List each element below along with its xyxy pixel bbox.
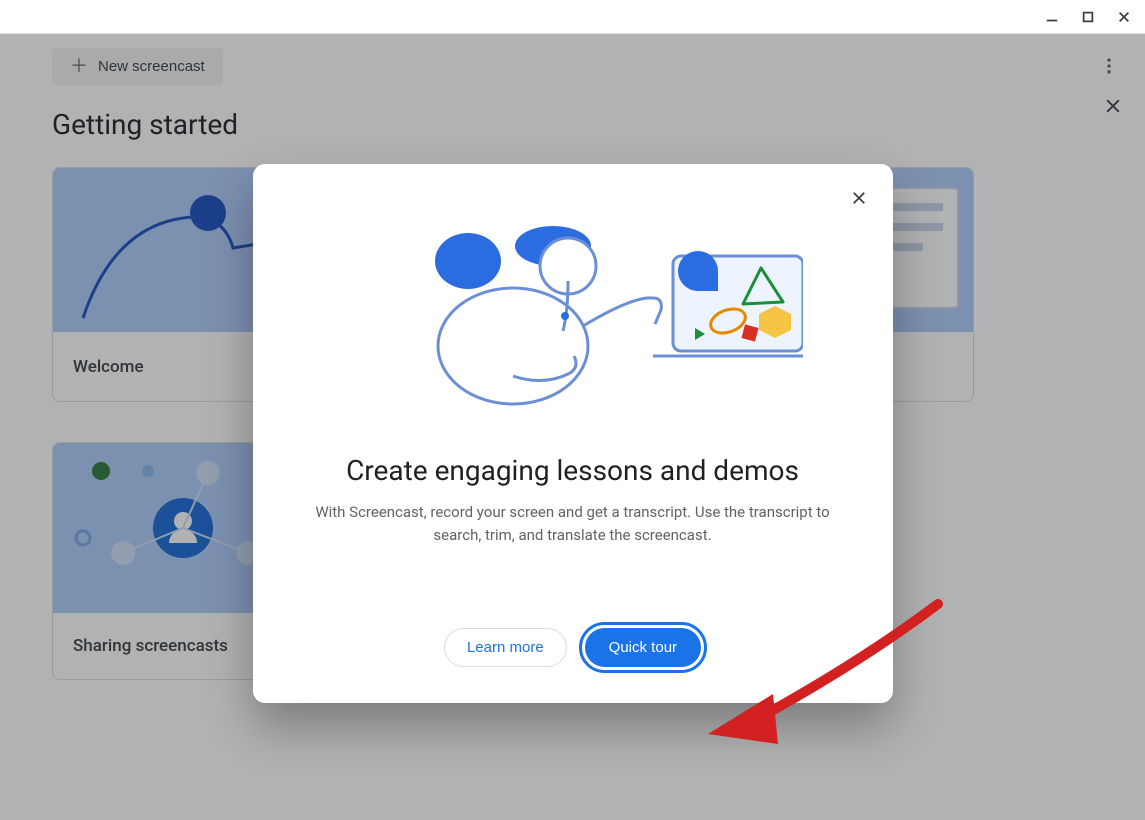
window-maximize-button[interactable] — [1079, 8, 1097, 26]
onboarding-modal: Create engaging lessons and demos With S… — [253, 164, 893, 703]
modal-actions: Learn more Quick tour — [293, 628, 853, 667]
window-close-button[interactable] — [1115, 8, 1133, 26]
close-icon — [850, 189, 868, 207]
modal-overlay: Create engaging lessons and demos With S… — [0, 34, 1145, 820]
window-minimize-button[interactable] — [1043, 8, 1061, 26]
modal-illustration — [293, 196, 853, 426]
modal-close-button[interactable] — [839, 178, 879, 218]
learn-more-button[interactable]: Learn more — [444, 628, 567, 667]
window-titlebar — [0, 0, 1145, 33]
modal-body: With Screencast, record your screen and … — [293, 501, 853, 548]
modal-heading: Create engaging lessons and demos — [293, 454, 853, 487]
quick-tour-button[interactable]: Quick tour — [585, 628, 701, 667]
app-root: ＋ New screencast Getting started — [0, 33, 1145, 820]
